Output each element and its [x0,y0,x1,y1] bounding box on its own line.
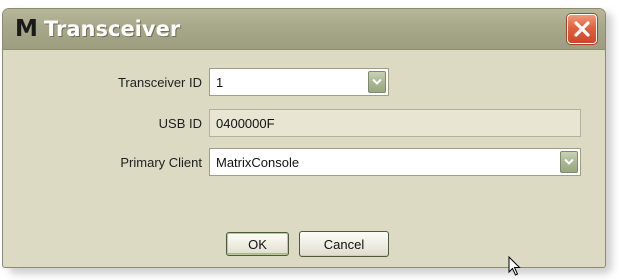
app-logo: M [15,16,38,42]
transceiver-id-select[interactable]: 1 [209,68,389,96]
primary-client-label: Primary Client [120,155,202,170]
usb-id-field: 0400000F [209,109,581,137]
chevron-down-icon [564,158,574,165]
usb-id-label: USB ID [158,116,202,131]
close-button[interactable] [567,14,597,44]
transceiver-id-label: Transceiver ID [117,75,202,90]
primary-client-dropdown-button[interactable] [560,151,578,173]
ok-button[interactable]: OK [226,232,289,256]
window-title: Transceiver [44,17,181,41]
transceiver-dialog: M Transceiver Transceiver ID 1 USB ID 04… [2,8,606,268]
primary-client-select[interactable]: MatrixConsole [209,148,581,176]
close-icon [574,21,590,37]
mouse-pointer-icon [508,256,521,276]
transceiver-id-dropdown-button[interactable] [368,71,386,93]
chevron-down-icon [372,78,382,85]
primary-client-value: MatrixConsole [216,154,300,170]
cancel-button[interactable]: Cancel [299,231,389,257]
usb-id-value: 0400000F [216,115,275,131]
screen: M Transceiver Transceiver ID 1 USB ID 04… [0,0,619,280]
title-bar[interactable]: M Transceiver [3,9,605,50]
transceiver-id-value: 1 [216,74,224,90]
